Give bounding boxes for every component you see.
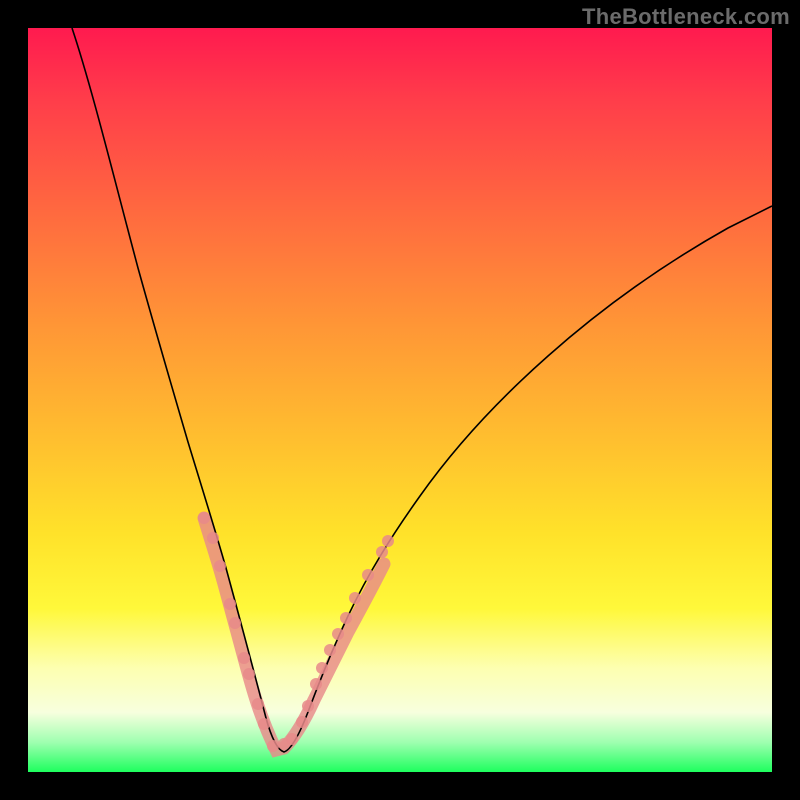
attribution-text: TheBottleneck.com: [582, 4, 790, 30]
curve-layer: [28, 28, 772, 772]
highlight-dots: [198, 512, 394, 752]
highlight-band: [204, 518, 384, 750]
bottleneck-curve: [72, 28, 772, 752]
plot-frame: [28, 28, 772, 772]
